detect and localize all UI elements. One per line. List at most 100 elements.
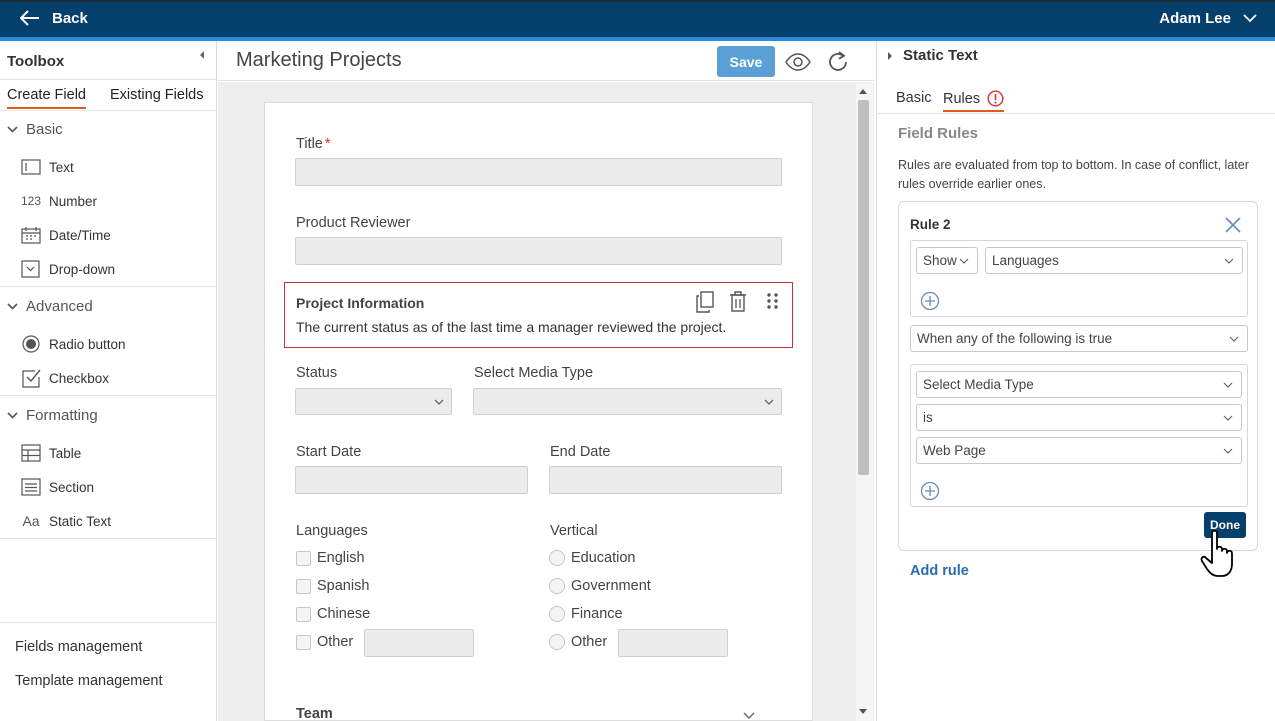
- field-rules-description: Rules are evaluated from top to bottom. …: [898, 158, 1249, 191]
- drag-handle-icon[interactable]: [763, 291, 783, 313]
- static-text-icon: Aa: [22, 513, 40, 529]
- tool-radio-button[interactable]: Radio button: [20, 334, 126, 354]
- tool-date-time-label: Date/Time: [49, 227, 111, 243]
- tool-drop-down[interactable]: Drop-down: [20, 259, 115, 279]
- target-value: Languages: [992, 253, 1059, 268]
- chevron-down-icon[interactable]: [743, 712, 755, 719]
- title-label-text: Title: [296, 136, 323, 152]
- user-menu[interactable]: Adam Lee: [1159, 6, 1257, 30]
- team-label: Team: [296, 706, 333, 721]
- condition-mode-select[interactable]: When any of the following is true: [910, 325, 1248, 352]
- properties-panel: Static Text Basic Rules Field Rules Rule…: [876, 41, 1275, 721]
- copy-icon[interactable]: [695, 291, 715, 313]
- group-advanced[interactable]: Advanced: [7, 298, 93, 315]
- language-option[interactable]: Chinese: [296, 606, 370, 622]
- add-circle-icon[interactable]: [920, 481, 940, 501]
- checkbox[interactable]: [296, 550, 311, 566]
- condition-field-select[interactable]: Select Media Type: [916, 371, 1242, 398]
- start-date-field[interactable]: [295, 466, 528, 494]
- group-basic[interactable]: Basic: [7, 121, 63, 138]
- action-box: Show Languages: [910, 240, 1248, 317]
- tab-rules-label: Rules: [943, 90, 981, 107]
- scroll-down-arrow[interactable]: [859, 709, 867, 714]
- radio[interactable]: [549, 578, 565, 594]
- tool-text[interactable]: Text: [20, 157, 74, 177]
- status-select[interactable]: [295, 388, 452, 415]
- panel-heading-label: Static Text: [903, 47, 978, 64]
- target-field-select[interactable]: Languages: [985, 247, 1243, 274]
- status-label: Status: [296, 365, 338, 381]
- close-icon[interactable]: [1224, 216, 1242, 234]
- vertical-option[interactable]: Government: [549, 578, 651, 594]
- save-button[interactable]: Save: [717, 46, 775, 77]
- tab-rules[interactable]: Rules: [943, 90, 1005, 112]
- vertical-option[interactable]: Finance: [549, 606, 623, 622]
- caret-right-icon: [888, 51, 892, 60]
- static-text-heading[interactable]: Static Text: [887, 47, 978, 64]
- group-formatting-label: Formatting: [26, 407, 98, 424]
- canvas-scrollbar[interactable]: [856, 82, 874, 721]
- done-button[interactable]: Done: [1204, 512, 1246, 538]
- checkbox[interactable]: [296, 634, 311, 650]
- rule-card: Rule 2 Show Languages When any of the fo…: [898, 201, 1258, 551]
- end-date-label: End Date: [550, 444, 611, 460]
- condition-mode-value: When any of the following is true: [917, 331, 1113, 346]
- end-date-field[interactable]: [549, 466, 782, 494]
- trash-icon[interactable]: [728, 291, 748, 313]
- product-reviewer-field[interactable]: [295, 237, 782, 265]
- vertical-option[interactable]: Other: [549, 634, 607, 650]
- tool-date-time[interactable]: Date/Time: [20, 225, 111, 245]
- tool-number[interactable]: 123 Number: [20, 191, 97, 211]
- title-label: Title *: [296, 136, 331, 152]
- toolbox-header: Toolbox: [0, 41, 216, 80]
- media-type-select[interactable]: [473, 388, 782, 415]
- divider: [0, 286, 216, 287]
- language-option[interactable]: Spanish: [296, 578, 369, 594]
- language-option[interactable]: English: [296, 550, 365, 566]
- vertical-option[interactable]: Education: [549, 550, 636, 566]
- rule-title: Rule 2: [910, 217, 951, 232]
- top-bar: [0, 0, 1275, 37]
- table-icon: [20, 443, 42, 463]
- fields-management-link[interactable]: Fields management: [15, 639, 142, 655]
- group-formatting[interactable]: Formatting: [7, 407, 98, 424]
- tab-existing-fields[interactable]: Existing Fields: [110, 87, 203, 103]
- checkbox[interactable]: [296, 578, 311, 594]
- scroll-thumb[interactable]: [858, 100, 869, 475]
- scroll-up-arrow[interactable]: [859, 89, 867, 94]
- template-management-link[interactable]: Template management: [15, 673, 163, 689]
- tool-checkbox[interactable]: Checkbox: [20, 368, 109, 388]
- condition-box: Select Media Type is Web Page: [910, 364, 1248, 507]
- radio[interactable]: [549, 550, 565, 566]
- tab-create-field[interactable]: Create Field: [7, 87, 86, 109]
- value-select[interactable]: Web Page: [916, 437, 1242, 464]
- group-advanced-label: Advanced: [26, 298, 93, 315]
- group-basic-label: Basic: [26, 121, 63, 138]
- collapse-left-icon[interactable]: [197, 50, 207, 60]
- condition-field-value: Select Media Type: [923, 377, 1034, 392]
- tool-table[interactable]: Table: [20, 443, 81, 463]
- refresh-icon[interactable]: [825, 49, 851, 75]
- checkbox[interactable]: [296, 606, 311, 622]
- tool-static-text[interactable]: Aa Static Text: [20, 511, 111, 531]
- add-rule-link[interactable]: Add rule: [910, 563, 969, 579]
- language-option[interactable]: Other: [296, 634, 353, 650]
- project-information-section[interactable]: Project Information The current status a…: [284, 282, 793, 348]
- tool-number-label: Number: [49, 193, 98, 209]
- radio[interactable]: [549, 606, 565, 622]
- language-other-input[interactable]: [364, 629, 474, 657]
- radio[interactable]: [549, 634, 565, 650]
- operator-select[interactable]: is: [916, 404, 1242, 431]
- tool-section[interactable]: Section: [20, 477, 94, 497]
- preview-eye-icon[interactable]: [785, 49, 811, 75]
- add-circle-icon[interactable]: [920, 291, 940, 311]
- tab-basic[interactable]: Basic: [896, 90, 931, 106]
- number-icon: 123: [20, 194, 42, 208]
- back-button[interactable]: Back: [20, 6, 88, 30]
- action-select[interactable]: Show: [916, 247, 978, 274]
- back-label: Back: [52, 9, 88, 27]
- vertical-other-input[interactable]: [618, 629, 728, 657]
- chevron-down-icon: [7, 412, 18, 419]
- title-field[interactable]: [295, 158, 782, 186]
- chevron-down-icon: [1243, 13, 1257, 22]
